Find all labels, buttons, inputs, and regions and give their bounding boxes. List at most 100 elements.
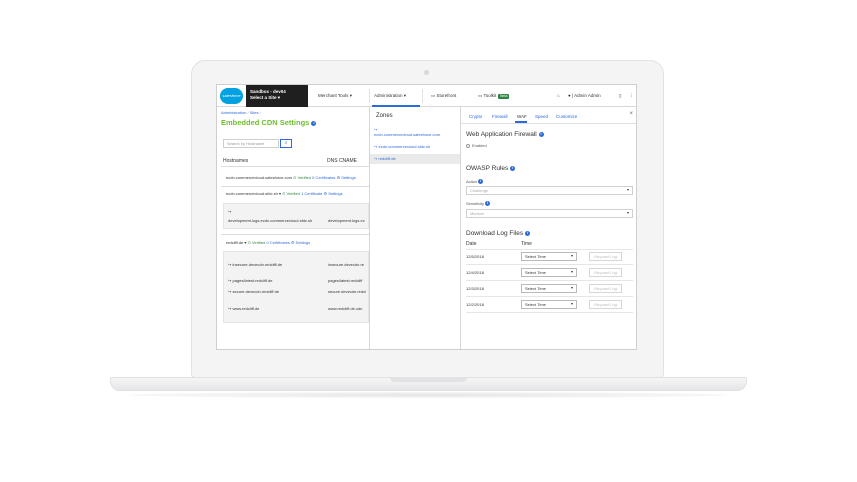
subdomain-hostname[interactable]: pages/latest.redcliff.de [232, 278, 272, 283]
search-button[interactable]: ⌕ [280, 139, 292, 148]
owasp-title: OWASP Rules [466, 165, 509, 172]
info-icon[interactable]: i [311, 120, 317, 126]
enabled-checkbox[interactable] [466, 143, 470, 148]
zone-item[interactable]: ↪ ecdn.commercecloud.sfdc.sh [374, 144, 430, 149]
log-date: 12/5/2018 [466, 254, 484, 259]
subdomain-hostname[interactable]: www.redcliff.de [232, 306, 259, 311]
site-selector[interactable]: Sandbox - dev04 Select a Site ▾ [246, 85, 308, 107]
column-header-hostnames: Hostnames [223, 158, 249, 164]
breadcrumb-separator: / [259, 110, 261, 115]
subdomain-hostname[interactable]: secure.devecdn.redcliff.de [232, 289, 279, 294]
row-divider [466, 280, 633, 281]
header-divider [221, 166, 369, 167]
settings-link[interactable]: ⚙ Settings [337, 175, 356, 180]
hostname[interactable]: ecdn.commercecloud.sfdc.sh [226, 191, 278, 196]
time-select[interactable]: Select Time ▾ [521, 252, 577, 261]
action-select[interactable]: Challenge ▾ [466, 186, 633, 195]
zone-item-selected[interactable]: ↪ redcliff.de [374, 156, 396, 161]
settings-link[interactable]: ⚙ Settings [323, 191, 342, 196]
nav-merchant-tools[interactable]: Merchant Tools ▾ [314, 85, 356, 107]
time-select-value: Select Time [525, 286, 546, 291]
row-divider [221, 186, 369, 187]
tab-crypto[interactable]: Crypto [469, 114, 482, 119]
nav-divider [422, 89, 423, 103]
tab-waf[interactable]: WAF [517, 114, 527, 119]
tab-firewall[interactable]: Firewall [492, 114, 508, 119]
monitor-icon: ▭ [431, 93, 436, 98]
info-icon[interactable]: i [524, 230, 530, 236]
verified-status: ⊙ Verified [293, 175, 311, 180]
request-log-button[interactable]: Request Log [589, 268, 622, 277]
subdomain-dns: secure.devecdn.redcl [328, 289, 367, 294]
chevron-down-icon: ▾ [570, 269, 573, 274]
subdomain-hostname[interactable]: development.logs.ecdn.commercecloud.sfdc… [228, 218, 312, 223]
hostname[interactable]: redcliff.de [226, 240, 243, 245]
log-date: 12/3/2018 [466, 286, 484, 291]
subdomain-panel: ↪ development.logs.ecdn.commercecloud.sf… [223, 203, 369, 229]
info-icon[interactable]: i [510, 165, 516, 171]
chevron-down-icon[interactable]: ▾ [244, 240, 246, 245]
document-icon[interactable]: ▯ [615, 85, 625, 107]
search-icon: ⌕ [284, 140, 288, 146]
hostname-search-input[interactable]: Search by Hostname [223, 139, 279, 148]
zones-panel: Zones ↪ ecdn.commercecloud.salesforce.com… [370, 107, 461, 349]
breadcrumb: Administration / Sites / [221, 110, 261, 115]
settings-link[interactable]: ⚙ Settings [291, 240, 310, 245]
zone-name: ecdn.commercecloud.sfdc.sh [378, 144, 431, 149]
download-section-title: Download Log Files i [466, 230, 530, 237]
chevron-down-icon: ▾ [570, 285, 573, 290]
settings-label: Settings [341, 175, 356, 180]
chevron-down-icon: ▾ [626, 210, 629, 215]
sensitivity-value: Medium [470, 211, 485, 216]
certificates-link[interactable]: 0 Certificates [266, 240, 289, 245]
close-icon[interactable]: × [629, 111, 633, 117]
hostname[interactable]: ecdn.commercecloud.salesforce.com [226, 175, 292, 180]
info-icon[interactable]: i [485, 201, 491, 207]
request-log-button[interactable]: Request Log [589, 252, 622, 261]
breadcrumb-administration[interactable]: Administration [221, 110, 246, 115]
time-select-value: Select Time [525, 270, 546, 275]
time-select-value: Select Time [525, 254, 546, 259]
camera-dot [424, 70, 429, 75]
zone-item[interactable]: ↪ ecdn.commercecloud.salesforce.com [374, 127, 440, 137]
column-header-date: Date [466, 241, 477, 247]
list-item: ↪ secure.devecdn.redcliff.de [228, 289, 279, 294]
sensitivity-select[interactable]: Medium ▾ [466, 209, 633, 218]
time-select[interactable]: Select Time ▾ [521, 284, 577, 293]
salesforce-logo[interactable]: salesforce [220, 88, 243, 104]
time-select[interactable]: Select Time ▾ [521, 268, 577, 277]
download-title: Download Log Files [466, 230, 524, 237]
menu-icon[interactable]: ⋮ [625, 85, 636, 107]
tab-speed[interactable]: Speed [535, 114, 548, 119]
table-row: ecdn.commercecloud.sfdc.sh ▾ ⊙ Verified … [226, 191, 343, 196]
nav-toolkit[interactable]: ▭ Toolkit Beta [474, 85, 513, 107]
tab-customize[interactable]: Customize [556, 114, 577, 119]
info-icon[interactable]: i [538, 131, 544, 137]
enabled-toggle[interactable]: Enabled [466, 143, 487, 148]
info-icon[interactable]: i [478, 179, 484, 185]
chevron-down-icon: ▾ [277, 95, 281, 100]
chevron-down-icon[interactable]: ▾ [279, 191, 281, 196]
request-log-button[interactable]: Request Log [589, 300, 622, 309]
certificates-link[interactable]: 1 Certificate [301, 191, 322, 196]
nav-merchant-tools-label: Merchant Tools [318, 93, 349, 98]
user-icon: ● [568, 93, 571, 98]
request-log-button[interactable]: Request Log [589, 284, 622, 293]
log-date: 12/2/2018 [466, 302, 484, 307]
user-menu[interactable]: ● | Admin Admin [564, 85, 605, 107]
sensitivity-label-row: Sensitivity i [466, 201, 491, 207]
select-site-label: Select a Site [250, 95, 277, 100]
top-navigation-bar: salesforce Sandbox - dev04 Select a Site… [217, 85, 636, 107]
column-header-dns-cname: DNS CNAME [327, 158, 358, 164]
nav-administration[interactable]: Administration ▾ [370, 85, 410, 107]
nav-storefront[interactable]: ▭ Storefront [427, 85, 460, 107]
owasp-section-title: OWASP Rules i [466, 165, 516, 172]
home-icon[interactable]: ⌂ [553, 85, 564, 107]
breadcrumb-sites[interactable]: Sites [250, 110, 259, 115]
tabs-divider [461, 123, 636, 124]
row-divider [466, 312, 633, 313]
time-select-value: Select Time [525, 302, 546, 307]
subdomain-hostname[interactable]: insecure.devecdn.redcliff.de [232, 262, 282, 267]
time-select[interactable]: Select Time ▾ [521, 300, 577, 309]
certificates-link[interactable]: 0 Certificates [312, 175, 335, 180]
